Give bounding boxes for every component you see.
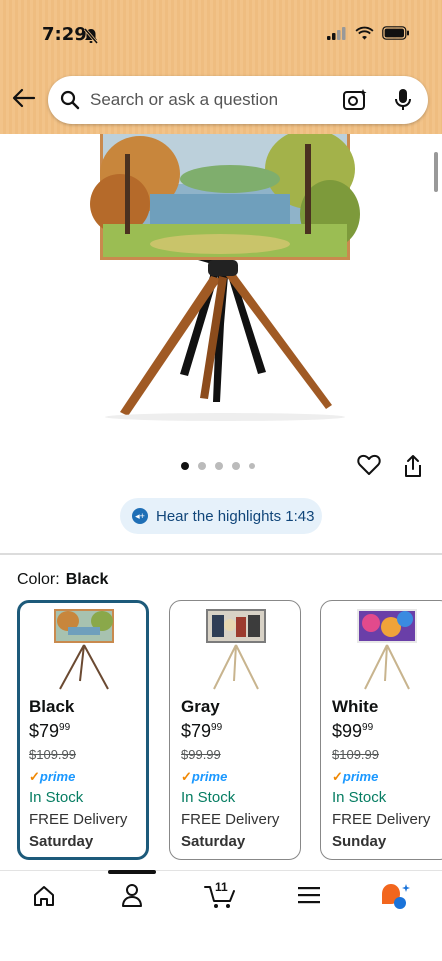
section-divider [0,553,442,555]
price-fraction: 99 [211,722,223,733]
prime-badge: ✓prime [181,769,227,785]
carousel-dot[interactable] [198,462,206,470]
search-bar[interactable]: Search or ask a question [48,76,428,124]
delivery-day: Saturday [29,833,94,850]
prime-text: prime [191,769,228,784]
color-selector-label: Color: Black [17,571,108,589]
price-fraction: 99 [59,722,71,733]
variant-price: $7999 [181,721,222,742]
price-whole: $79 [181,721,212,741]
color-option-gray[interactable]: Gray $7999 $99.99 ✓prime In Stock FREE D… [169,600,301,860]
home-icon[interactable] [32,884,56,913]
variant-thumbnail [357,609,417,698]
highlights-label: Hear the highlights 1:43 [156,507,315,525]
price-whole: $79 [29,721,60,741]
back-arrow-icon[interactable] [12,88,36,113]
delivery-text: FREE Delivery [332,811,431,828]
color-option-black[interactable]: Black $7999 $109.99 ✓prime In Stock FREE… [17,600,149,860]
battery-icon [382,26,410,45]
wifi-icon [355,26,374,45]
hear-highlights-button[interactable]: ◂+ Hear the highlights 1:43 [120,498,322,534]
account-icon[interactable] [120,882,144,913]
variant-name: Black [29,697,75,716]
bell-muted-icon [83,28,99,49]
price-whole: $99 [332,721,363,741]
prime-check-icon: ✓ [29,769,40,784]
cart-icon[interactable] [204,884,236,915]
heart-icon[interactable] [357,454,381,481]
microphone-icon[interactable] [394,88,412,117]
scrollbar[interactable] [434,152,438,192]
variant-thumbnail [54,609,114,698]
prime-badge: ✓prime [332,769,378,785]
list-price: $109.99 [332,747,379,762]
prime-badge: ✓prime [29,769,75,785]
search-icon [60,90,80,115]
color-label-text: Color: [17,571,60,588]
carousel-dot[interactable] [249,463,255,469]
delivery-day: Sunday [332,833,387,850]
rufus-assistant-icon[interactable] [380,882,412,917]
delivery-text: FREE Delivery [181,811,280,828]
menu-icon[interactable] [298,886,320,909]
stock-status: In Stock [181,789,236,806]
carousel-dot[interactable] [215,462,223,470]
color-option-white[interactable]: White $9999 $109.99 ✓prime In Stock FREE… [320,600,442,860]
variant-name: White [332,697,379,716]
camera-lens-icon[interactable] [342,88,368,117]
delivery-text: FREE Delivery [29,811,128,828]
variant-name: Gray [181,697,220,716]
variant-price: $9999 [332,721,373,742]
top-header: 7:29 Search or ask a question [0,0,442,134]
list-price: $109.99 [29,747,76,762]
variant-thumbnail [206,609,266,698]
share-icon[interactable] [402,454,424,483]
list-price: $99.99 [181,747,221,762]
cellular-signal-icon [327,26,347,45]
prime-text: prime [342,769,379,784]
status-time: 7:29 [42,24,87,45]
product-image[interactable] [80,129,370,434]
carousel-dot[interactable] [232,462,240,470]
audio-play-icon: ◂+ [132,508,148,524]
prime-text: prime [39,769,76,784]
prime-check-icon: ✓ [181,769,192,784]
delivery-day: Saturday [181,833,246,850]
image-carousel-dots[interactable] [181,462,255,470]
prime-check-icon: ✓ [332,769,343,784]
carousel-dot[interactable] [181,462,189,470]
variant-price: $7999 [29,721,70,742]
status-indicators [327,26,410,45]
active-tab-indicator [108,870,156,874]
selected-color: Black [65,571,109,588]
stock-status: In Stock [332,789,387,806]
price-fraction: 99 [362,722,374,733]
stock-status: In Stock [29,789,84,806]
search-input[interactable]: Search or ask a question [90,90,278,110]
